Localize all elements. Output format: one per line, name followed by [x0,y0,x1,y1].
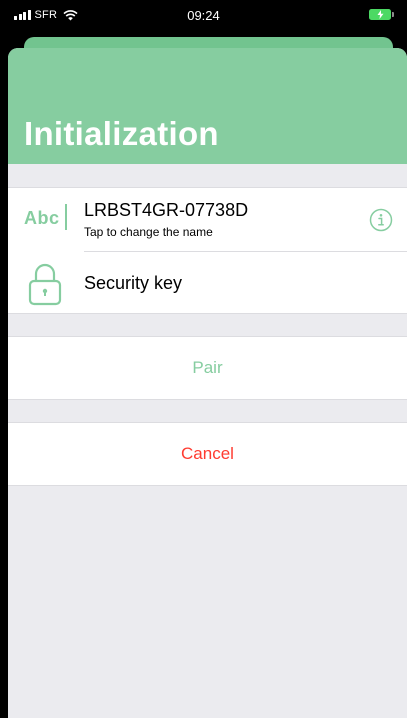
lock-icon [28,263,62,306]
cancel-group: Cancel [8,422,407,486]
rename-hint: Tap to change the name [84,225,213,239]
text-cursor-icon [65,204,67,230]
page-title: Initialization [24,115,219,152]
rename-icon: Abc [24,208,60,228]
security-key-row[interactable]: Security key [8,252,407,315]
pair-button[interactable]: Pair [8,337,407,399]
charging-bolt-icon [377,10,383,19]
security-key-label: Security key [84,273,183,293]
info-icon[interactable] [369,208,393,232]
battery-charging-icon [369,9,394,20]
device-settings-group: Abc LRBST4GR-07738D Tap to change the na… [8,187,407,314]
status-bar: SFR 09:24 [0,0,407,30]
pair-group: Pair [8,336,407,400]
status-time: 09:24 [187,8,220,23]
header: Initialization [8,48,407,164]
cancel-button[interactable]: Cancel [8,423,407,485]
device-name: LRBST4GR-07738D [84,200,249,220]
device-name-row[interactable]: Abc LRBST4GR-07738D Tap to change the na… [8,188,407,251]
initialization-sheet: Initialization Abc LRBST4GR-07738D Tap t… [8,48,407,718]
